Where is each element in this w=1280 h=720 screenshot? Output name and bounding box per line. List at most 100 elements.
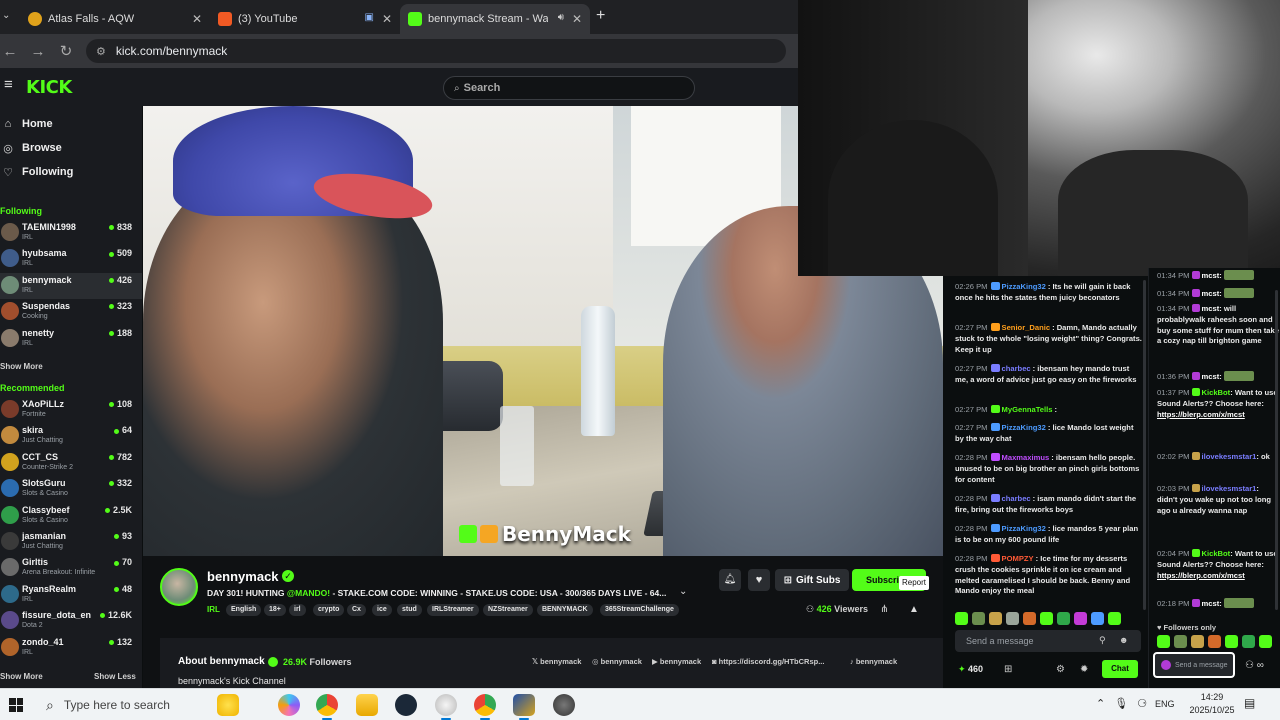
sidebar-channel[interactable]: nenetty IRL 188: [0, 326, 142, 352]
emote-icon[interactable]: [1191, 635, 1204, 648]
nav-browse[interactable]: ◎ Browse: [0, 138, 62, 158]
close-tab-icon[interactable]: ✕: [572, 12, 582, 26]
message-username[interactable]: KickBot: [1202, 388, 1231, 397]
chevron-up-icon[interactable]: ⌃: [1096, 697, 1105, 710]
emote-icon[interactable]: ✹: [1080, 664, 1088, 675]
emote-icon[interactable]: [1108, 612, 1121, 625]
emote-icon[interactable]: [1174, 635, 1187, 648]
notification-bell-button[interactable]: 🔔︎: [719, 569, 741, 591]
emote-icon[interactable]: [1157, 635, 1170, 648]
chrome-profile-icon[interactable]: [474, 694, 496, 720]
sparkle-app-icon[interactable]: [217, 694, 239, 716]
message-username[interactable]: ilovekesmstar1: [1202, 452, 1257, 461]
close-tab-icon[interactable]: ✕: [192, 12, 202, 26]
chrome-icon[interactable]: [316, 694, 338, 720]
emote-icon[interactable]: [1208, 635, 1221, 648]
sidebar-channel[interactable]: Suspendas Cooking 323: [0, 299, 142, 325]
message-username[interactable]: MyGennaTells: [1002, 405, 1053, 414]
sidebar-channel[interactable]: hyubsama IRL 509: [0, 246, 142, 272]
stream-tag[interactable]: NZStreamer: [483, 604, 533, 616]
kick-logo[interactable]: KICK: [26, 77, 72, 98]
stream-tag[interactable]: ice: [372, 604, 392, 616]
emote-icon[interactable]: [1023, 612, 1036, 625]
file-explorer-icon[interactable]: [356, 694, 378, 716]
microphone-icon[interactable]: 🎙︎: [1114, 697, 1128, 710]
stream-tag[interactable]: Cx: [347, 604, 366, 616]
stream-tag[interactable]: stud: [397, 604, 422, 616]
sidebar-channel[interactable]: bennymack IRL 426: [0, 272, 142, 299]
gift-icon[interactable]: ⊞: [1004, 664, 1012, 675]
game-icon[interactable]: [513, 694, 535, 720]
channel-points[interactable]: ✦ 460: [958, 664, 983, 675]
stream-tag[interactable]: irl: [289, 604, 306, 616]
social-x[interactable]: 𝕏 bennymack: [532, 657, 581, 666]
message-username[interactable]: PizzaKing32: [1002, 524, 1046, 533]
message-username[interactable]: KickBot: [1202, 549, 1231, 558]
url-field[interactable]: ⚙ kick.com/bennymack: [86, 39, 786, 63]
emote-icon[interactable]: [1074, 612, 1087, 625]
copilot-icon[interactable]: [278, 694, 300, 716]
sidebar-channel[interactable]: zondo_41 IRL 132: [0, 635, 142, 661]
sidebar-channel[interactable]: fissure_dota_en Dota 2 12.6K: [0, 608, 142, 634]
popout-chat-scrollbar[interactable]: [1275, 290, 1278, 610]
sidebar-channel[interactable]: jasmanian Just Chatting 93: [0, 529, 142, 555]
tab-youtube[interactable]: (3) YouTube ▣ ✕: [210, 4, 400, 34]
social-youtube[interactable]: ▶ bennymack: [652, 657, 701, 666]
windows-start-icon[interactable]: [9, 698, 23, 712]
tab-search-icon[interactable]: ⌄: [2, 10, 10, 21]
stream-category[interactable]: IRL: [207, 605, 220, 614]
emote-icon[interactable]: [989, 612, 1002, 625]
chat-input-box[interactable]: [1153, 652, 1235, 678]
message-username[interactable]: Senior_Danic: [1002, 323, 1051, 332]
search-input[interactable]: [463, 82, 664, 94]
following-show-more[interactable]: Show More: [0, 362, 43, 371]
message-username[interactable]: charbec: [1002, 494, 1031, 503]
chat-input[interactable]: [966, 636, 1106, 646]
picture-in-picture-icon[interactable]: ▣: [365, 12, 374, 23]
clock[interactable]: 14:29 2025/10/25: [1188, 691, 1236, 717]
emote-icon[interactable]: [1040, 612, 1053, 625]
chat-input[interactable]: [1175, 661, 1231, 669]
follow-button[interactable]: ♥: [748, 569, 770, 591]
message-link[interactable]: https://blerp.com/x/mcst: [1157, 571, 1245, 580]
sidebar-channel[interactable]: TAEMIN1998 IRL 838: [0, 220, 142, 246]
sidebar-channel[interactable]: RyansRealm IRL 48: [0, 582, 142, 608]
app-icon[interactable]: [553, 694, 575, 716]
streamer-name[interactable]: bennymack: [207, 569, 279, 584]
recommended-show-less[interactable]: Show Less: [94, 672, 136, 681]
social-tiktok[interactable]: ♪ bennymack: [850, 657, 897, 666]
sidebar-channel[interactable]: XAoPiLLz Fortnite 108: [0, 397, 142, 423]
tab-atlas-falls[interactable]: Atlas Falls - AQW ✕: [20, 4, 210, 34]
emote-icon[interactable]: [955, 612, 968, 625]
social-discord[interactable]: ◙ https://discord.gg/HTbCRsp...: [712, 657, 824, 666]
nav-home[interactable]: ⌂ Home: [0, 114, 53, 134]
streamer-avatar[interactable]: [160, 568, 198, 606]
menu-icon[interactable]: ≡: [4, 77, 16, 92]
message-username[interactable]: Maxmaximus: [1002, 453, 1050, 462]
tab-kick-bennymack[interactable]: bennymack Stream - Watch 🔊︎ ✕: [400, 4, 590, 34]
stream-tag[interactable]: BENNYMACK: [537, 604, 593, 616]
site-info-icon[interactable]: ⚙: [96, 45, 106, 58]
share-icon[interactable]: ⋔: [880, 604, 888, 615]
network-icon[interactable]: ⚆: [1137, 697, 1147, 710]
sidebar-channel[interactable]: skira Just Chatting 64: [0, 423, 142, 449]
pin-icon[interactable]: ⚲: [1099, 635, 1106, 646]
sidebar-channel[interactable]: Classybeef Slots & Casino 2.5K: [0, 503, 142, 529]
report-warning-icon[interactable]: ▲: [909, 604, 919, 615]
gift-subs-button[interactable]: ⊞ Gift Subs: [775, 569, 849, 591]
recommended-show-more[interactable]: Show More: [0, 672, 43, 681]
stream-tag[interactable]: IRLStreamer: [427, 604, 479, 616]
nav-following[interactable]: ♡ Following: [0, 162, 73, 182]
taskbar-search[interactable]: ⌕: [40, 691, 210, 719]
message-username[interactable]: mcst: [1202, 304, 1220, 313]
speaker-icon[interactable]: 🔊︎: [558, 12, 564, 23]
steam-icon[interactable]: [395, 694, 417, 716]
browser-icon[interactable]: [435, 694, 457, 720]
emote-icon[interactable]: [972, 612, 985, 625]
emote-icon[interactable]: [1242, 635, 1255, 648]
stream-tag[interactable]: English: [226, 604, 262, 616]
send-chat-button[interactable]: Chat: [1102, 660, 1138, 678]
stream-tag[interactable]: 18+: [264, 604, 286, 616]
emote-icon[interactable]: [1091, 612, 1104, 625]
message-link[interactable]: https://blerp.com/x/mcst: [1157, 410, 1245, 419]
